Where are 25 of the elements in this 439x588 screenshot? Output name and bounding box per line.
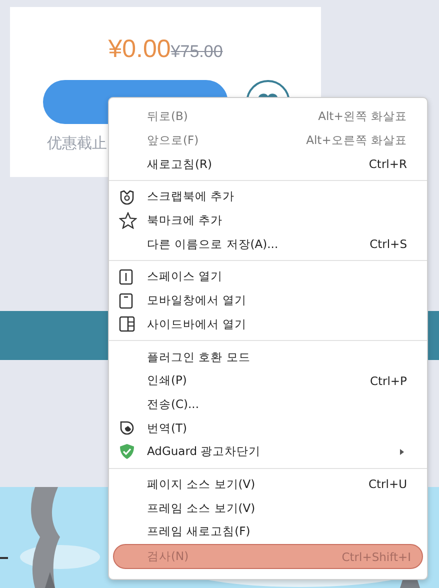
original-price: ¥75.00 [170, 42, 223, 62]
menu-item[interactable]: 전송(C)... [109, 392, 427, 416]
scrapbook-icon [119, 188, 135, 205]
menu-item[interactable]: 스페이스 열기 [109, 265, 427, 289]
star-icon [119, 212, 137, 230]
shield-icon [119, 443, 135, 460]
mobile-icon [119, 292, 133, 309]
window-icon [119, 268, 133, 285]
translate-icon [119, 420, 135, 436]
menu-item[interactable]: AdGuard 광고차단기 [109, 440, 427, 464]
menu-item[interactable]: 페이지 소스 보기(V) Ctrl+U [109, 472, 427, 496]
menu-item[interactable]: 스크랩북에 추가 [109, 185, 427, 209]
deadline-text: 优惠截止 [47, 134, 107, 153]
menu-item[interactable]: 프레임 소스 보기(V) [109, 496, 427, 520]
menu-item[interactable]: 플러그인 호환 모드 [109, 345, 427, 369]
menu-item[interactable]: 북마크에 추가 [109, 208, 427, 232]
menu-item[interactable]: 다른 이름으로 저장(A)... Ctrl+S [109, 232, 427, 256]
menu-item[interactable]: 프레임 새로고침(F) [109, 520, 427, 544]
menu-item[interactable]: 번역(T) [109, 416, 427, 440]
sidebar-icon [119, 316, 135, 332]
menu-item[interactable]: 새로고침(R) Ctrl+R [109, 152, 427, 176]
price: ¥0.00 [108, 35, 171, 64]
menu-item[interactable]: 사이드바에서 열기 [109, 312, 427, 336]
menu-item[interactable]: 모바일창에서 열기 [109, 288, 427, 312]
menu-item[interactable]: 인쇄(P) Ctrl+P [109, 368, 427, 393]
